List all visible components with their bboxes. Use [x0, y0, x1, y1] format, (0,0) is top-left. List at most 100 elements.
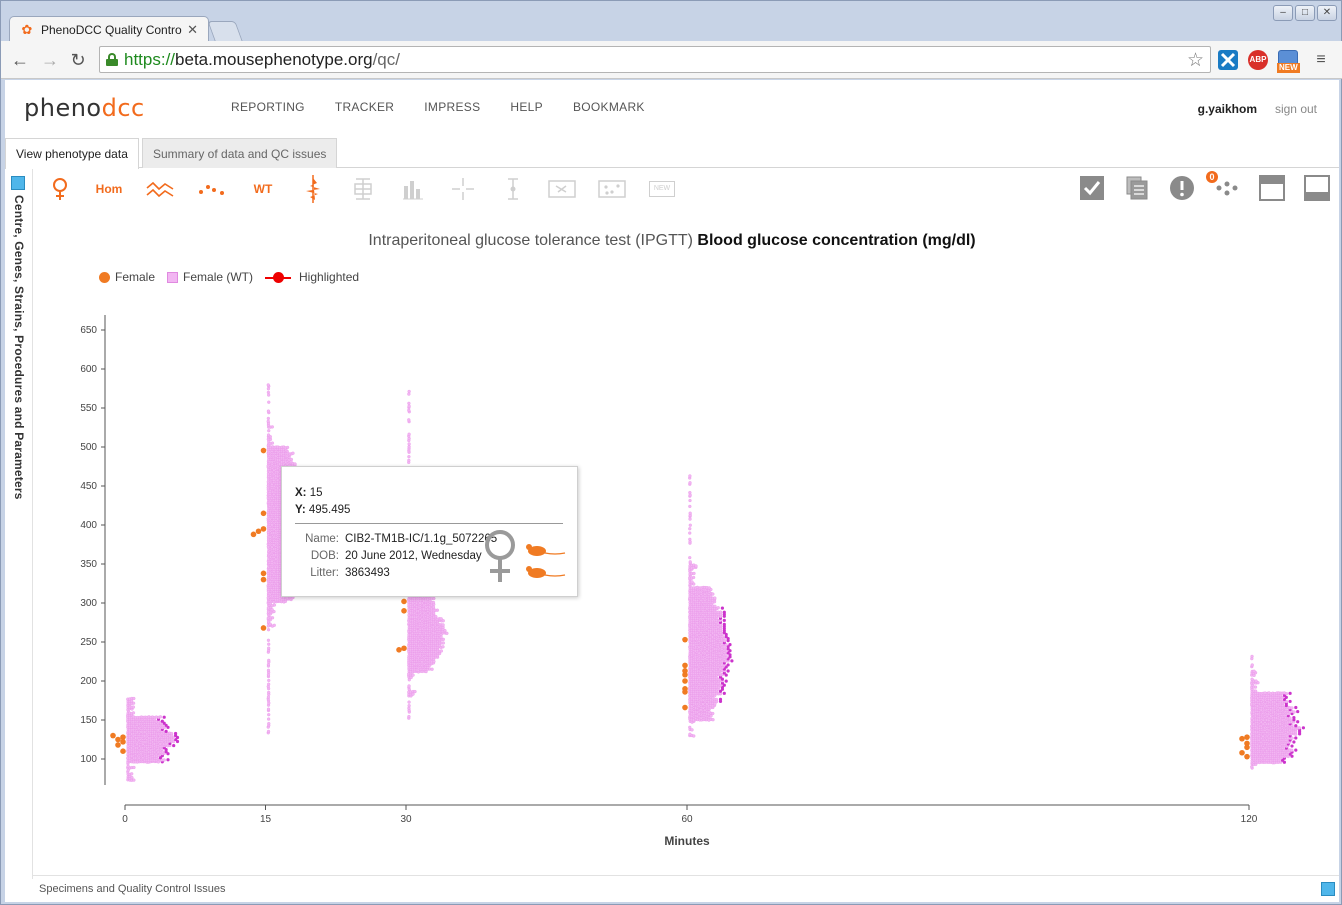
sign-out-link[interactable]: sign out [1275, 102, 1317, 116]
wt-point [407, 458, 411, 462]
browser-tab-active[interactable]: ✿ PhenoDCC Quality Contro ✕ [9, 16, 209, 42]
bar-chart-icon[interactable] [399, 175, 427, 203]
legend-female[interactable]: Female [99, 270, 155, 284]
extension-puzzle-icon[interactable] [1218, 50, 1238, 70]
phenodcc-logo[interactable]: phenodcc [24, 94, 145, 122]
panel-top-icon[interactable] [1259, 175, 1285, 201]
footer-label[interactable]: Specimens and Quality Control Issues [39, 883, 225, 895]
image-view-icon[interactable] [547, 175, 577, 203]
female-point [120, 748, 126, 754]
wt-point [711, 711, 715, 716]
swarm-plot[interactable]: 1001502002503003504004505005506006500 15 3… [65, 315, 1305, 845]
tab-summary-qc-issues[interactable]: Summary of data and QC issues [142, 138, 338, 168]
x-tick-label: 0 [122, 814, 128, 825]
tooltip-specimen-info: Name: CIB2-TM1B-IC/1.1g_5072265 DOB: 20 Ju… [295, 531, 497, 582]
highlighted-swatch [265, 271, 292, 283]
y-tick-label: 600 [80, 364, 97, 375]
wt-point [1250, 663, 1254, 667]
adblock-icon[interactable]: ABP [1248, 50, 1268, 70]
legend-highlighted[interactable]: Highlighted [265, 270, 359, 284]
wt-point [445, 631, 449, 635]
footer-expand-button[interactable] [1321, 882, 1335, 896]
point-cloud-icon[interactable] [597, 175, 627, 203]
crosshair-icon[interactable] [449, 175, 477, 203]
tab-view-phenotype-data[interactable]: View phenotype data [5, 138, 139, 169]
scatter-dots-icon[interactable] [1214, 175, 1240, 201]
error-bar-icon[interactable] [499, 175, 527, 203]
female-point [682, 689, 688, 695]
wt-point [439, 649, 443, 653]
nav-bookmark[interactable]: BOOKMARK [573, 100, 645, 114]
wt-point [267, 690, 271, 695]
main-nav: REPORTING TRACKER IMPRESS HELP BOOKMARK [231, 100, 675, 114]
wt-point [413, 689, 417, 694]
female-point [682, 678, 688, 684]
checkmark-icon[interactable] [1079, 175, 1105, 201]
wt-highlight-point [718, 697, 723, 702]
nav-reporting[interactable]: REPORTING [231, 100, 305, 114]
line-plot-icon[interactable] [145, 175, 175, 203]
new-tab-button[interactable] [207, 21, 243, 41]
wt-toggle[interactable]: WT [247, 175, 279, 203]
wt-point [266, 707, 271, 711]
documents-icon[interactable] [1124, 175, 1150, 201]
forward-arrow-icon[interactable]: → [39, 49, 61, 71]
female-toggle-icon[interactable] [49, 175, 71, 203]
nav-tracker[interactable]: TRACKER [335, 100, 394, 114]
wt-point [407, 684, 411, 688]
wt-point [266, 628, 271, 632]
wt-point [407, 455, 411, 459]
wt-point [688, 491, 692, 495]
wt-highlight-point [172, 743, 176, 748]
nav-impress[interactable]: IMPRESS [424, 100, 480, 114]
swarm-plot-icon[interactable] [299, 175, 327, 203]
wt-point [162, 758, 166, 762]
wt-point [132, 765, 136, 770]
wt-point [688, 560, 692, 564]
wt-point [1284, 692, 1289, 696]
wt-point [267, 658, 271, 662]
wt-highlight-point [160, 719, 164, 723]
wt-point [267, 721, 271, 726]
extension-window-icon[interactable]: NEW [1277, 50, 1300, 73]
back-arrow-icon[interactable]: ← [9, 49, 31, 71]
box-plot-icon[interactable] [349, 175, 377, 203]
wt-point [1253, 685, 1258, 689]
reload-icon[interactable]: ↻ [67, 49, 89, 71]
female-point [250, 531, 257, 538]
wt-point [694, 564, 698, 568]
wt-highlight-point [1292, 740, 1296, 744]
wt-point [293, 462, 297, 466]
browser-window: ✿ PhenoDCC Quality Contro ✕ – □ ✕ ← → ↻ … [0, 0, 1342, 905]
tooltip-divider [295, 523, 563, 524]
legend-wt[interactable]: Female (WT) [167, 270, 253, 284]
scatter-points-icon[interactable] [197, 175, 227, 203]
issue-alert-icon[interactable] [1169, 175, 1195, 201]
wt-point [1250, 677, 1254, 681]
close-window-icon[interactable]: ✕ [1317, 5, 1337, 21]
y-tick-label: 350 [80, 559, 97, 570]
sidebar-expand-button[interactable] [11, 176, 25, 190]
minimize-icon[interactable]: – [1273, 5, 1293, 21]
close-tab-icon[interactable]: ✕ [187, 22, 198, 38]
wt-swatch [167, 271, 179, 283]
lock-icon [106, 53, 118, 66]
wt-point [711, 592, 715, 596]
maximize-icon[interactable]: □ [1295, 5, 1315, 21]
wt-point [407, 418, 411, 422]
wt-point [688, 523, 692, 527]
wt-point [688, 481, 692, 485]
address-bar[interactable]: https://beta.mousephenotype.org/qc/ ☆ [99, 46, 1211, 73]
hom-toggle[interactable]: Hom [91, 175, 127, 203]
menu-hamburger-icon[interactable]: ≡ [1310, 49, 1332, 71]
wt-point [690, 580, 694, 584]
wt-highlight-point [1290, 744, 1294, 748]
wt-point [690, 728, 694, 732]
panel-bottom-icon[interactable] [1304, 175, 1330, 201]
nav-help[interactable]: HELP [510, 100, 543, 114]
wt-point [1292, 710, 1296, 714]
new-feature-icon[interactable]: NEW [647, 175, 677, 203]
wt-point [289, 457, 293, 462]
legend-wt-label: Female (WT) [183, 270, 254, 284]
bookmark-star-icon[interactable]: ☆ [1187, 49, 1204, 72]
